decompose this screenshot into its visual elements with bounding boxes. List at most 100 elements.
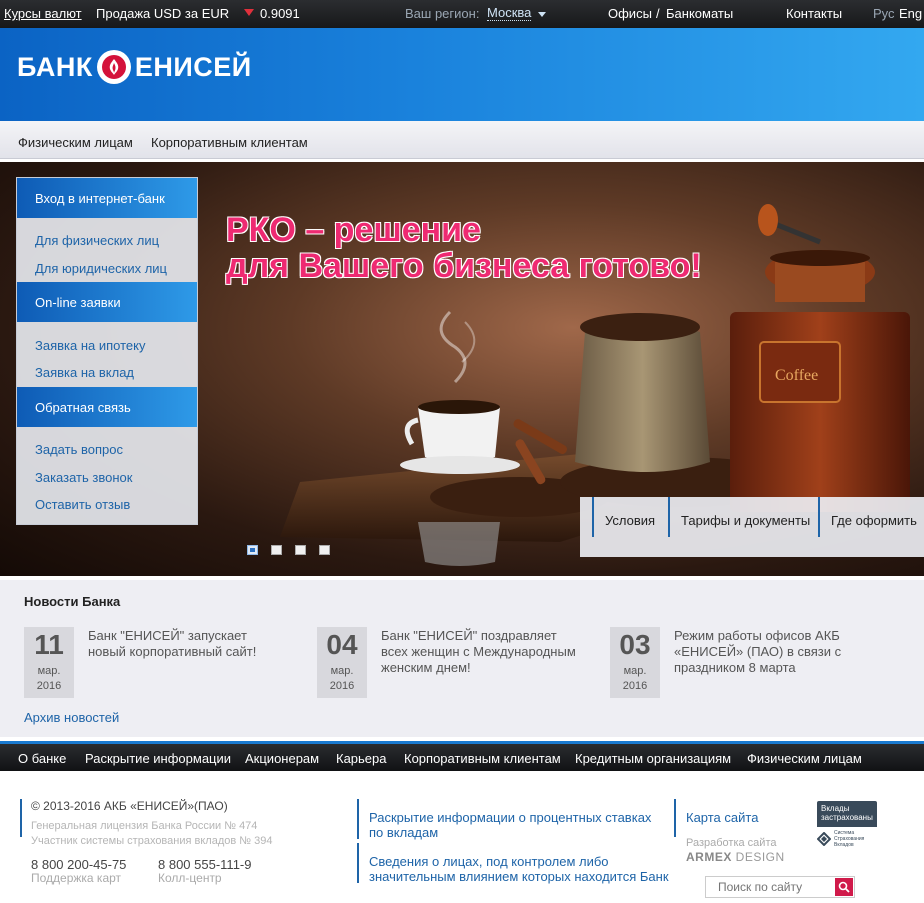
slogan-line-1: РКО – решение [226, 211, 481, 249]
bnav-career[interactable]: Карьера [336, 751, 387, 766]
news-archive-link[interactable]: Архив новостей [24, 710, 119, 725]
logo-text-right: ЕНИСЕЙ [134, 51, 252, 82]
contacts-link[interactable]: Контакты [786, 6, 842, 21]
badge-bottom: Система Страхования Вкладов [817, 827, 877, 848]
news-text-line: Банк "ЕНИСЕЙ" поздравляет [381, 628, 557, 643]
developer-label: Разработка сайта [686, 837, 777, 849]
search-icon [838, 881, 850, 893]
hero-subtabs: Условия Тарифы и документы Где оформить [580, 497, 924, 557]
copyright: © 2013-2016 АКБ «ЕНИСЕЙ»(ПАО) [31, 799, 228, 813]
slide-dot-1[interactable] [247, 545, 258, 555]
section-online-requests[interactable]: On-line заявки [17, 282, 197, 322]
sale-rate-label: Продажа USD за EUR [96, 6, 230, 21]
lang-ru[interactable]: Рус [873, 6, 895, 21]
link-ask-question[interactable]: Задать вопрос [35, 442, 123, 457]
phone-callcenter[interactable]: 8 800 555-111-9 [158, 857, 251, 872]
flame-logo-icon [96, 50, 131, 84]
control-persons-link[interactable]: Сведения о лицах, под контролем либо зна… [369, 854, 669, 884]
link-line: Раскрытие информации о процентных ставка… [369, 810, 652, 825]
badge-caption: Система Страхования Вкладов [834, 830, 865, 848]
link-individuals[interactable]: Для физических лиц [35, 233, 159, 248]
slide-dot-3[interactable] [295, 545, 306, 555]
region-select[interactable]: Москва [487, 6, 532, 21]
link-request-call[interactable]: Заказать звонок [35, 470, 132, 485]
news-item-2[interactable]: Банк "ЕНИСЕЙ" поздравляет всех женщин с … [381, 628, 576, 676]
top-bar: Курсы валют Продажа USD за EUR 0.9091 Ва… [0, 0, 924, 28]
news-text-line: «ЕНИСЕЙ» (ПАО) в связи с [674, 644, 842, 659]
link-mortgage-request[interactable]: Заявка на ипотеку [35, 338, 145, 353]
rates-disclosure-link[interactable]: Раскрытие информации о процентных ставка… [369, 810, 651, 840]
link-legal-entities[interactable]: Для юридических лиц [35, 261, 167, 276]
deposit-insurance-badge[interactable]: Вклады застрахованы Система Страхования … [817, 801, 877, 849]
insurance-text: Участник системы страхования вкладов № 3… [31, 835, 273, 847]
bnav-about[interactable]: О банке [18, 751, 66, 766]
phone-callcenter-label: Колл-центр [158, 871, 222, 885]
license-info: Генеральная лицензия Банка России № 474 … [31, 819, 272, 849]
news-text-line: всех женщин с Международным [381, 644, 576, 659]
developer-name: ARMEX [686, 850, 732, 864]
bank-logo[interactable]: БАНК ЕНИСЕЙ [17, 47, 252, 87]
phone-support[interactable]: 8 800 200-45-75 [31, 857, 126, 872]
news-text-line: праздником 8 марта [674, 660, 796, 675]
news-text-line: новый корпоративный сайт! [88, 644, 257, 659]
news-text-line: Режим работы офисов АКБ [674, 628, 840, 643]
exchange-rate-value: 0.9091 [260, 6, 300, 21]
search-input[interactable] [706, 877, 834, 897]
logo-text-left: БАНК [17, 51, 93, 82]
bnav-disclosure[interactable]: Раскрытие информации [85, 751, 231, 766]
divider [357, 843, 359, 883]
section-feedback[interactable]: Обратная связь [17, 387, 197, 427]
slogan-line-2: для Вашего бизнеса готово! [226, 247, 702, 285]
offices-link[interactable]: Офисы [608, 6, 652, 21]
news-date: 03 мар. 2016 [610, 627, 660, 698]
divider [357, 799, 359, 839]
insurance-icon [817, 832, 831, 846]
news-day: 03 [619, 629, 651, 660]
section-internet-bank[interactable]: Вход в интернет-банк [17, 178, 197, 218]
nav-individuals[interactable]: Физическим лицам [18, 135, 133, 150]
search-button[interactable] [835, 878, 853, 896]
phone-support-label: Поддержка карт [31, 871, 122, 885]
news-title: Новости Банка [24, 594, 121, 609]
lang-en[interactable]: Eng [899, 6, 922, 21]
news-text-line: женским днем! [381, 660, 471, 675]
separator: / [656, 6, 660, 21]
link-deposit-request[interactable]: Заявка на вклад [35, 365, 134, 380]
badge-title: Вклады застрахованы [817, 801, 877, 827]
tab-conditions[interactable]: Условия [592, 497, 655, 537]
divider [674, 799, 676, 837]
news-item-1[interactable]: Банк "ЕНИСЕЙ" запускает новый корпоратив… [88, 628, 256, 660]
license-text: Генеральная лицензия Банка России № 474 [31, 820, 258, 832]
region-label: Ваш регион: [405, 6, 480, 21]
news-month: мар. [623, 665, 647, 677]
link-line: Сведения о лицах, под контролем либо [369, 854, 609, 869]
side-menu: Вход в интернет-банк Для физических лиц … [16, 177, 198, 525]
tab-where[interactable]: Где оформить [818, 497, 917, 537]
sitemap-link[interactable]: Карта сайта [686, 810, 758, 825]
developer-logo[interactable]: ARMEX DESIGN [686, 850, 785, 864]
bnav-individuals[interactable]: Физическим лицам [747, 751, 862, 766]
news-day: 11 [34, 629, 64, 660]
news-date: 04 мар. 2016 [317, 627, 367, 698]
bottom-nav: О банке Раскрытие информации Акционерам … [0, 741, 924, 771]
tab-tariffs[interactable]: Тарифы и документы [668, 497, 810, 537]
nav-corporate[interactable]: Корпоративным клиентам [151, 135, 308, 150]
bnav-shareholders[interactable]: Акционерам [245, 751, 319, 766]
link-line: по вкладам [369, 825, 439, 840]
news-item-3[interactable]: Режим работы офисов АКБ «ЕНИСЕЙ» (ПАО) в… [674, 628, 841, 676]
link-leave-review[interactable]: Оставить отзыв [35, 497, 130, 512]
slide-dot-4[interactable] [319, 545, 330, 555]
currency-rates-link[interactable]: Курсы валют [4, 6, 82, 21]
slide-dot-2[interactable] [271, 545, 282, 555]
news-text-line: Банк "ЕНИСЕЙ" запускает [88, 628, 247, 643]
bnav-corporate[interactable]: Корпоративным клиентам [404, 751, 561, 766]
link-line: значительным влиянием которых находится … [369, 869, 669, 884]
segment-nav: Физическим лицам Корпоративным клиентам [0, 121, 924, 159]
chevron-down-icon[interactable] [538, 12, 546, 17]
divider [20, 799, 22, 837]
atms-link[interactable]: Банкоматы [666, 6, 733, 21]
news-month: мар. [37, 665, 61, 677]
bnav-credit-orgs[interactable]: Кредитным организациям [575, 751, 731, 766]
hero-slogan: РКО – решение для Вашего бизнеса готово! [226, 212, 702, 284]
news-year: 2016 [622, 680, 648, 692]
